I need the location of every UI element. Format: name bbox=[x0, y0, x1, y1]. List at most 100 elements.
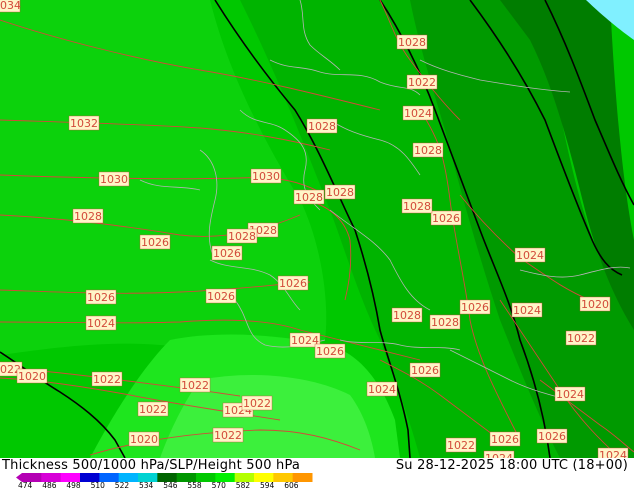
pressure-label-l4: 1026 bbox=[139, 234, 171, 250]
svg-text:1026: 1026 bbox=[316, 345, 344, 358]
pressure-label-l35: 1026 bbox=[459, 299, 491, 315]
svg-text:1030: 1030 bbox=[100, 173, 128, 186]
svg-text:1026: 1026 bbox=[411, 364, 439, 377]
pressure-label-l16: 1022 bbox=[212, 427, 244, 443]
svg-text:1026: 1026 bbox=[141, 236, 169, 249]
pressure-label-l24: 1026 bbox=[277, 275, 309, 291]
pressure-label-l31: 1022 bbox=[406, 74, 438, 90]
pressure-label-l43: 1024 bbox=[554, 386, 586, 402]
pressure-label-l5: 1026 bbox=[85, 289, 117, 305]
pressure-label-l2: 1030 bbox=[98, 171, 130, 187]
svg-text:1024: 1024 bbox=[516, 249, 544, 262]
valid-time: Su 28-12-2025 18:00 UTC (18+00) bbox=[395, 458, 628, 473]
pressure-label-l41: 1020 bbox=[579, 296, 611, 312]
svg-text:1022: 1022 bbox=[567, 332, 595, 345]
svg-text:1024: 1024 bbox=[556, 388, 584, 401]
color-scale-tick: 510 bbox=[90, 481, 105, 490]
color-scale-tick: 558 bbox=[187, 481, 202, 490]
pressure-label-l40: 1024 bbox=[511, 302, 543, 318]
svg-text:1024: 1024 bbox=[513, 304, 541, 317]
pressure-label-l13: 1022 bbox=[179, 377, 211, 393]
product-title: Thickness 500/1000 hPa/SLP/Height 500 hP… bbox=[2, 458, 301, 473]
svg-text:1026: 1026 bbox=[461, 301, 489, 314]
svg-text:1028: 1028 bbox=[431, 316, 459, 329]
pressure-label-l10: 1022 bbox=[91, 371, 123, 387]
svg-text:1026: 1026 bbox=[538, 430, 566, 443]
map-footer: Thickness 500/1000 hPa/SLP/Height 500 hP… bbox=[0, 458, 634, 490]
svg-text:1026: 1026 bbox=[279, 277, 307, 290]
svg-text:1024: 1024 bbox=[87, 317, 115, 330]
svg-text:1020: 1020 bbox=[18, 370, 46, 383]
svg-text:1028: 1028 bbox=[393, 309, 421, 322]
svg-text:1022: 1022 bbox=[181, 379, 209, 392]
pressure-label-l48: 1024 bbox=[597, 447, 629, 458]
svg-text:1028: 1028 bbox=[308, 120, 336, 133]
svg-text:1022: 1022 bbox=[214, 429, 242, 442]
svg-text:1020: 1020 bbox=[581, 298, 609, 311]
svg-text:1028: 1028 bbox=[398, 36, 426, 49]
svg-text:1026: 1026 bbox=[491, 433, 519, 446]
pressure-label-l21: 1026 bbox=[211, 245, 243, 261]
pressure-label-l46: 1026 bbox=[536, 428, 568, 444]
pressure-label-l25: 1024 bbox=[366, 381, 398, 397]
color-scale-tick: 522 bbox=[114, 481, 130, 490]
pressure-label-l27: 1024 bbox=[402, 105, 434, 121]
pressure-label-l45: 1026 bbox=[489, 431, 521, 447]
color-scale-tick: 582 bbox=[235, 481, 251, 490]
pressure-label-l29: 1026 bbox=[430, 210, 462, 226]
pressure-label-l11: 1022 bbox=[137, 401, 169, 417]
svg-text:1028: 1028 bbox=[403, 200, 431, 213]
pressure-label-l30: 1028 bbox=[396, 34, 428, 50]
pressure-label-l34: 1028 bbox=[324, 184, 356, 200]
pressure-label-l1: 1032 bbox=[68, 115, 100, 131]
color-scale-tick: 498 bbox=[66, 481, 81, 490]
pressure-label-l17: 1030 bbox=[250, 168, 282, 184]
color-scale-tick: 534 bbox=[139, 481, 154, 490]
pressure-label-l19: 1028 bbox=[226, 228, 258, 244]
svg-text:1026: 1026 bbox=[207, 290, 235, 303]
pressure-label-l9: 1020 bbox=[16, 368, 48, 384]
svg-text:1022: 1022 bbox=[243, 397, 271, 410]
pressure-label-l12: 1020 bbox=[128, 431, 160, 447]
svg-text:1026: 1026 bbox=[213, 247, 241, 260]
pressure-label-l15: 1022 bbox=[241, 395, 273, 411]
weather-map: 1034 1032 1030 1028 1026 1026 1024 1026 … bbox=[0, 0, 634, 458]
pressure-label-l22: 1028 bbox=[293, 189, 325, 205]
color-scale-tick: 594 bbox=[260, 481, 275, 490]
svg-text:1028: 1028 bbox=[74, 210, 102, 223]
svg-text:1024: 1024 bbox=[404, 107, 432, 120]
pressure-label-l39: 1024 bbox=[514, 247, 546, 263]
pressure-label-l47: 1024 bbox=[483, 450, 515, 458]
svg-text:1028: 1028 bbox=[295, 191, 323, 204]
color-scale-tick: 474 bbox=[18, 481, 33, 490]
svg-text:1026: 1026 bbox=[432, 212, 460, 225]
color-scale-tick: 486 bbox=[42, 481, 57, 490]
pressure-label-l36: 1028 bbox=[391, 307, 423, 323]
pressure-label-l37: 1028 bbox=[429, 314, 461, 330]
pressure-label-l32: 1024 bbox=[290, 333, 320, 347]
svg-text:1020: 1020 bbox=[130, 433, 158, 446]
pressure-label-l44: 1022 bbox=[445, 437, 477, 453]
pressure-label-l33: 1028 bbox=[401, 198, 433, 214]
pressure-label-l28: 1028 bbox=[412, 142, 444, 158]
svg-text:1028: 1028 bbox=[414, 144, 442, 157]
color-scale-tick: 570 bbox=[211, 481, 226, 490]
svg-text:1022: 1022 bbox=[447, 439, 475, 452]
pressure-label-l38: 1026 bbox=[409, 362, 441, 378]
svg-text:1032: 1032 bbox=[70, 117, 98, 130]
svg-text:1030: 1030 bbox=[252, 170, 280, 183]
svg-text:1022: 1022 bbox=[139, 403, 167, 416]
svg-text:1028: 1028 bbox=[228, 230, 256, 243]
svg-text:1026: 1026 bbox=[87, 291, 115, 304]
svg-text:1022: 1022 bbox=[408, 76, 436, 89]
svg-text:1022: 1022 bbox=[93, 373, 121, 386]
svg-text:1024: 1024 bbox=[368, 383, 396, 396]
color-scale-tick: 606 bbox=[284, 481, 299, 490]
svg-text:1028: 1028 bbox=[326, 186, 354, 199]
svg-text:1034: 1034 bbox=[0, 0, 21, 12]
color-scale-tick: 546 bbox=[163, 481, 178, 490]
pressure-label-l6: 1024 bbox=[85, 315, 117, 331]
pressure-label-l20: 1028 bbox=[306, 118, 338, 134]
pressure-label-l42: 1022 bbox=[565, 330, 597, 346]
pressure-label-l3: 1028 bbox=[72, 208, 104, 224]
